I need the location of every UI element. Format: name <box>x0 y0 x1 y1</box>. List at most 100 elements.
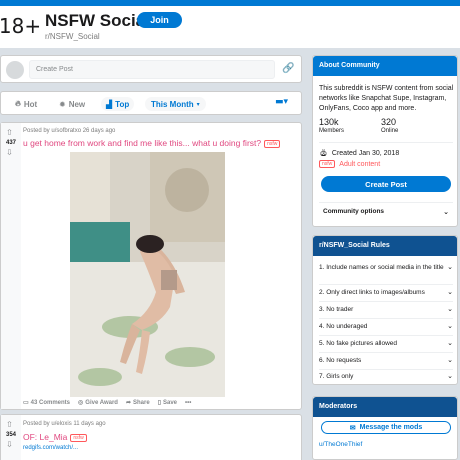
chevron-down-icon: ⌄ <box>447 322 453 330</box>
post-link[interactable]: redgifs.com/watch/... <box>23 445 78 451</box>
rules-card: r/NSFW_Social Rules 1. Include names or … <box>312 235 458 385</box>
moderator-link[interactable]: u/TheOneThief <box>319 441 362 448</box>
message-mods-button[interactable]: ✉ Message the mods <box>321 421 451 434</box>
rule-item[interactable]: 4. No underaged ⌄ <box>319 322 453 336</box>
subreddit-icon[interactable]: 18+ <box>0 8 42 44</box>
vote-column: ⇧ 437 ⇩ <box>1 123 21 409</box>
chevron-down-icon: ⌄ <box>447 339 453 347</box>
downvote-icon[interactable]: ⇩ <box>6 148 13 157</box>
community-options-toggle[interactable]: Community options ⌄ <box>323 208 449 216</box>
divider <box>319 142 453 143</box>
adult-content-label: Adult content <box>339 160 381 168</box>
created-date: 🎂︎ Created Jan 30, 2018 <box>319 149 400 158</box>
chevron-down-icon: ⌄ <box>447 372 453 380</box>
sort-bar: 🔥︎ Hot ✹ New ▟ Top This Month ▾ ▬▾ <box>0 91 302 115</box>
post-title-text: u get home from work and find me like th… <box>23 138 262 148</box>
rule-label: 1. Include names or social media in the … <box>319 264 444 271</box>
rule-item[interactable]: 2. Only direct links to images/albums ⌄ <box>319 288 453 302</box>
adult-content-row: nsfw Adult content <box>319 160 380 168</box>
mail-icon: ✉ <box>349 424 356 432</box>
online-count: 320 <box>381 117 397 127</box>
comments-button[interactable]: ▭ 43 Comments <box>23 399 71 407</box>
chart-icon: ▟ <box>106 99 113 109</box>
post-title[interactable]: OF: Le_Mia nsfw <box>23 432 87 442</box>
view-toggle-icon[interactable]: ▬▾ <box>275 97 288 107</box>
rule-item[interactable]: 5. No fake pictures allowed ⌄ <box>319 339 453 353</box>
chevron-down-icon: ⌄ <box>447 305 453 313</box>
chevron-down-icon: ⌄ <box>447 288 453 296</box>
give-award-button[interactable]: ◎ Give Award <box>78 399 118 407</box>
nsfw-tag: nsfw <box>319 160 336 168</box>
create-post-bar: Create Post 🔗 <box>0 55 302 83</box>
save-label: Save <box>163 399 178 406</box>
rule-label: 2. Only direct links to images/albums <box>319 289 425 296</box>
upvote-icon[interactable]: ⇧ <box>6 420 13 429</box>
members-label: Members <box>319 128 345 134</box>
post-card[interactable]: ⇧ 354 ⇩ Posted by u/eloxis 11 days ago O… <box>0 414 302 460</box>
create-post-button[interactable]: Create Post <box>321 176 451 192</box>
user-avatar[interactable] <box>6 61 24 79</box>
message-mods-label: Message the mods <box>359 424 423 431</box>
share-button[interactable]: ➦ Share <box>125 399 150 407</box>
post-meta: Posted by u/eloxis 11 days ago <box>23 421 106 427</box>
sort-top[interactable]: ▟ Top <box>101 97 135 111</box>
sort-hot[interactable]: 🔥︎ Hot <box>15 97 37 111</box>
created-label: Created Jan 30, 2018 <box>331 149 400 157</box>
online-label: Online <box>381 128 399 134</box>
community-options-label: Community options <box>323 208 385 215</box>
upvote-icon[interactable]: ⇧ <box>6 128 13 137</box>
subreddit-icon-text: 18+ <box>0 14 42 38</box>
rules-header: r/NSFW_Social Rules <box>313 236 457 256</box>
link-icon[interactable]: 🔗 <box>282 63 294 74</box>
rule-label: 5. No fake pictures allowed <box>319 340 398 347</box>
post-image-placeholder <box>70 152 225 397</box>
nsfw-tag: nsfw <box>70 433 87 442</box>
rule-item[interactable]: 1. Include names or social media in the … <box>319 263 453 285</box>
nsfw-tag: nsfw <box>264 139 281 148</box>
chevron-down-icon: ⌄ <box>447 356 453 364</box>
save-button[interactable]: ▯ Save <box>157 399 178 407</box>
comments-label: 43 Comments <box>30 399 71 406</box>
share-icon: ➦ <box>125 400 131 406</box>
vote-count: 354 <box>5 432 16 438</box>
flame-icon: 🔥︎ <box>15 99 21 108</box>
rule-item[interactable]: 3. No trader ⌄ <box>319 305 453 319</box>
sparkle-icon: ✹ <box>59 99 66 109</box>
more-options-button[interactable]: ••• <box>185 399 191 406</box>
about-header: About Community <box>313 56 457 76</box>
rule-item[interactable]: 6. No requests ⌄ <box>319 356 453 370</box>
chevron-down-icon: ▾ <box>196 100 200 108</box>
vote-column: ⇧ 354 ⇩ <box>1 415 21 460</box>
moderators-header: Moderators <box>313 397 457 417</box>
subreddit-header: 18+ NSFW Social Join r/NSFW_Social <box>0 6 460 48</box>
comment-icon: ▭ <box>23 400 29 406</box>
downvote-icon[interactable]: ⇩ <box>6 440 13 449</box>
rule-item[interactable]: 7. Girls only ⌄ <box>319 372 453 384</box>
give-award-label: Give Award <box>85 399 118 406</box>
post-title-text: OF: Le_Mia <box>23 432 68 442</box>
post-meta: Posted by u/sofbratxo 26 days ago <box>23 128 116 134</box>
post-card[interactable]: ⇧ 437 ⇩ Posted by u/sofbratxo 26 days ag… <box>0 122 302 410</box>
chevron-down-icon: ⌄ <box>447 263 453 271</box>
join-button[interactable]: Join <box>137 12 182 28</box>
about-community-card: About Community This subreddit is NSFW c… <box>312 55 458 227</box>
sort-top-label: Top <box>115 99 130 109</box>
cake-icon: 🎂︎ <box>319 150 328 157</box>
time-filter-dropdown[interactable]: This Month ▾ <box>145 97 206 111</box>
share-label: Share <box>133 399 150 406</box>
award-icon: ◎ <box>78 400 84 406</box>
sort-hot-label: Hot <box>23 99 38 109</box>
rule-label: 7. Girls only <box>319 373 354 380</box>
post-title[interactable]: u get home from work and find me like th… <box>23 138 281 148</box>
sort-new[interactable]: ✹ New <box>59 97 85 111</box>
divider <box>319 202 453 203</box>
rule-label: 6. No requests <box>319 357 362 364</box>
members-count: 130k <box>319 117 339 127</box>
chevron-down-icon: ⌄ <box>443 208 449 216</box>
post-image[interactable] <box>70 152 225 397</box>
about-description: This subreddit is NSFW content from soci… <box>319 85 454 112</box>
create-post-input[interactable]: Create Post <box>29 60 275 79</box>
bookmark-icon: ▯ <box>157 400 161 406</box>
subreddit-title: NSFW Social <box>45 11 150 30</box>
post-actions: ▭ 43 Comments ◎ Give Award ➦ Share ▯ Save ••… <box>23 399 191 407</box>
